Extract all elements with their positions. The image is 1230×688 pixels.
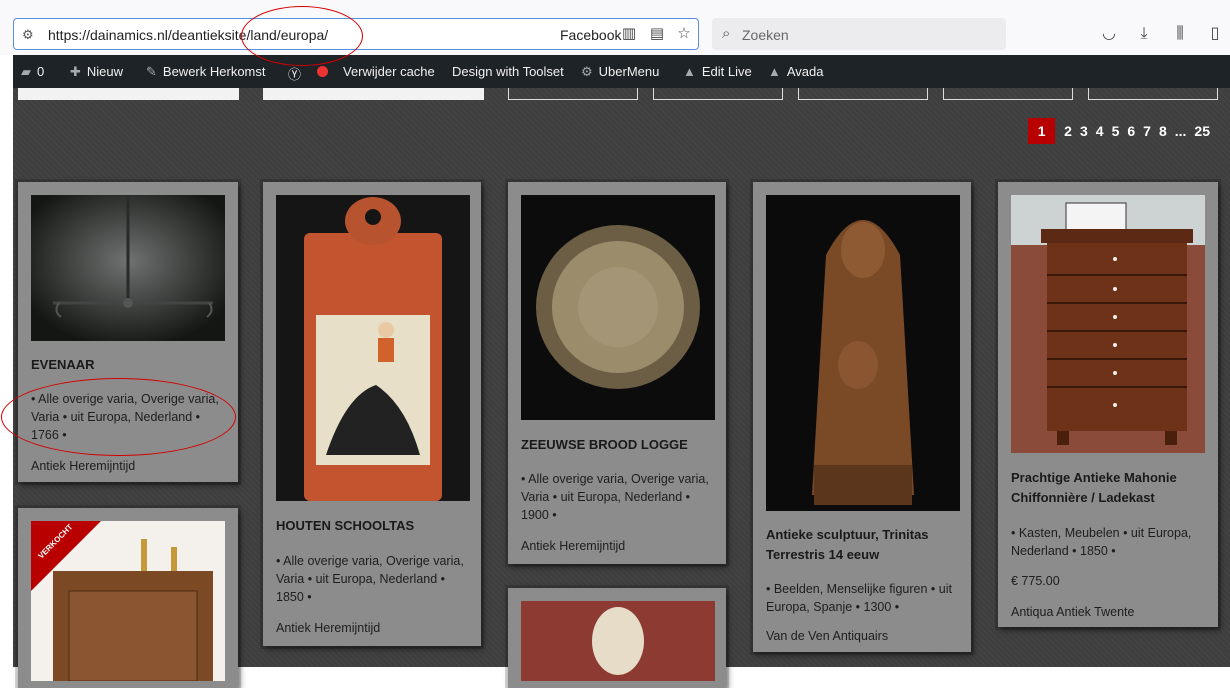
product-title[interactable]: Antieke sculptuur, Trinitas Terrestris 1… xyxy=(766,525,960,565)
page-current[interactable]: 1 xyxy=(1028,118,1056,144)
product-shop[interactable]: Antiqua Antiek Twente xyxy=(1011,605,1134,619)
filter-select[interactable] xyxy=(798,88,928,100)
product-image[interactable] xyxy=(521,195,715,420)
product-price: € 775.00 xyxy=(1011,574,1060,588)
pocket-icon[interactable]: ◡ xyxy=(1099,24,1119,44)
product-card[interactable]: HOUTEN SCHOOLTAS • Alle overige varia, O… xyxy=(263,182,481,646)
filter-select[interactable] xyxy=(653,88,783,100)
page-settings-icon[interactable]: ⚙ xyxy=(22,26,40,44)
filter-select[interactable] xyxy=(943,88,1073,100)
edit-label: Bewerk Herkomst xyxy=(162,64,266,79)
red-annotation-url-circle xyxy=(241,6,363,66)
comment-icon: ▰ xyxy=(21,64,31,79)
product-shop[interactable]: Van de Ven Antiquairs xyxy=(766,629,888,643)
page-link[interactable]: 4 xyxy=(1092,118,1108,144)
red-annotation-circle xyxy=(1,378,236,456)
product-meta: • Kasten, Meubelen • uit Europa, Nederla… xyxy=(1011,526,1192,558)
edit-live-label: Edit Live xyxy=(701,64,752,79)
avada-label: Avada xyxy=(786,64,824,79)
edit-live-item[interactable]: ▲ Edit Live xyxy=(683,64,752,79)
product-card[interactable] xyxy=(508,588,726,688)
avada-logo-icon: ▲ xyxy=(768,64,781,79)
comments-count: 0 xyxy=(37,64,45,79)
download-icon[interactable]: ⤓ xyxy=(1134,24,1154,44)
plus-icon: ✚ xyxy=(70,64,81,79)
avada-item[interactable]: ▲ Avada xyxy=(768,64,824,79)
seo-status-dot xyxy=(317,66,328,77)
page-link[interactable]: 7 xyxy=(1139,118,1155,144)
search-icon: ⌕ xyxy=(722,25,731,42)
library-icon[interactable]: ⫼ xyxy=(1170,24,1190,44)
product-image[interactable] xyxy=(276,195,470,501)
filter-select[interactable] xyxy=(1088,88,1218,100)
search-box[interactable]: ⌕ Zoeken xyxy=(712,18,1006,50)
page-link[interactable]: 3 xyxy=(1076,118,1092,144)
product-meta: • Beelden, Menselijke figuren • uit Euro… xyxy=(766,582,952,614)
window-left-edge xyxy=(0,88,13,667)
browser-toolbar: ⚙ https://dainamics.nl/deantieksite/land… xyxy=(0,0,1230,55)
product-image[interactable] xyxy=(766,195,960,511)
page-content: 1 2 3 4 5 6 7 8 ... 25 EVENAAR • Alle ov… xyxy=(1,6,1230,688)
page-ellipsis: ... xyxy=(1174,123,1187,139)
page-link[interactable]: 5 xyxy=(1108,118,1124,144)
filter-input[interactable] xyxy=(263,88,484,100)
product-shop[interactable]: Antiek Heremijntijd xyxy=(31,459,135,473)
product-card[interactable]: VERKOCHT xyxy=(18,508,238,688)
sidebar-icon[interactable]: ▯ xyxy=(1205,24,1225,44)
product-shop[interactable]: Antiek Heremijntijd xyxy=(521,539,625,553)
product-title[interactable]: ZEEUWSE BROOD LOGGE xyxy=(521,435,715,455)
product-card[interactable]: Prachtige Antieke Mahonie Chiffonnière /… xyxy=(998,182,1218,627)
product-meta: • Alle overige varia, Overige varia, Var… xyxy=(276,554,464,604)
product-image[interactable] xyxy=(31,195,225,341)
toolset-item[interactable]: Design with Toolset xyxy=(452,64,564,79)
pagination: 1 2 3 4 5 6 7 8 ... 25 xyxy=(1028,118,1214,144)
product-card[interactable]: ZEEUWSE BROOD LOGGE • Alle overige varia… xyxy=(508,182,726,564)
product-title[interactable]: EVENAAR xyxy=(31,355,225,375)
clear-cache-item[interactable]: Verwijder cache xyxy=(343,64,435,79)
product-title[interactable]: Prachtige Antieke Mahonie Chiffonnière /… xyxy=(1011,468,1205,508)
product-card[interactable]: Antieke sculptuur, Trinitas Terrestris 1… xyxy=(753,182,971,652)
new-label: Nieuw xyxy=(86,64,124,79)
new-item[interactable]: ✚ Nieuw xyxy=(70,64,123,80)
page-link[interactable]: 2 xyxy=(1060,118,1076,144)
wp-admin-bar: ▰ 0 ✚ Nieuw ✎ Bewerk Herkomst Ⓨ Verwijder c… xyxy=(13,55,1230,88)
pencil-icon: ✎ xyxy=(146,64,157,79)
gears-icon: ⚙ xyxy=(581,64,593,79)
page-link[interactable]: 8 xyxy=(1155,118,1171,144)
page-link-last[interactable]: 25 xyxy=(1190,118,1214,144)
product-shop[interactable]: Antiek Heremijntijd xyxy=(276,621,380,635)
yoast-icon[interactable]: Ⓨ xyxy=(288,64,301,83)
product-image[interactable]: VERKOCHT xyxy=(31,521,225,681)
facebook-container-label[interactable]: Facebook xyxy=(560,27,621,43)
filter-select[interactable] xyxy=(508,88,638,100)
page-link[interactable]: 6 xyxy=(1123,118,1139,144)
product-title[interactable]: HOUTEN SCHOOLTAS xyxy=(276,516,470,536)
product-image[interactable] xyxy=(521,601,715,681)
search-input[interactable]: Zoeken xyxy=(742,27,789,43)
product-meta: • Alle overige varia, Overige varia, Var… xyxy=(521,472,709,522)
comments-item[interactable]: ▰ 0 xyxy=(21,64,44,80)
fence-icon[interactable]: ▥ xyxy=(620,25,638,43)
reader-view-icon[interactable]: ▤ xyxy=(648,25,666,43)
edit-item[interactable]: ✎ Bewerk Herkomst xyxy=(146,64,265,80)
ubermenu-item[interactable]: ⚙ UberMenu xyxy=(581,64,659,80)
avada-logo-icon: ▲ xyxy=(683,64,696,79)
product-image[interactable] xyxy=(1011,195,1205,453)
bookmark-star-icon[interactable]: ☆ xyxy=(675,25,693,43)
ubermenu-label: UberMenu xyxy=(598,64,660,79)
filter-input[interactable] xyxy=(18,88,239,100)
